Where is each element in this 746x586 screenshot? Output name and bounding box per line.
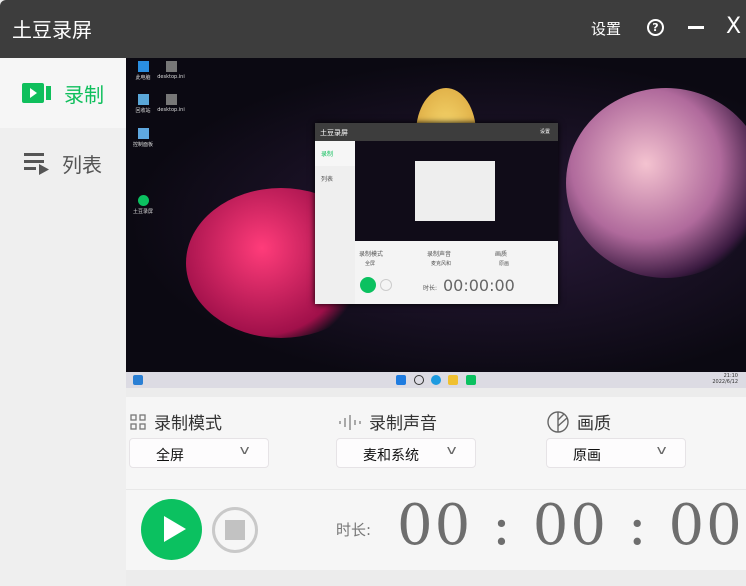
minimize-icon[interactable] bbox=[688, 26, 704, 29]
desktop-icon[interactable]: 此电脑 bbox=[128, 61, 158, 81]
sidebar-item-label: 列表 bbox=[62, 152, 102, 177]
wallpaper-shape bbox=[566, 88, 746, 278]
app-icon[interactable] bbox=[466, 375, 476, 385]
desktop-icon[interactable]: 土豆录屏 bbox=[128, 195, 158, 215]
widgets-icon[interactable] bbox=[133, 375, 143, 385]
start-icon[interactable] bbox=[396, 375, 406, 385]
stop-record-button[interactable] bbox=[212, 507, 258, 553]
app-title: 土豆录屏 bbox=[12, 18, 92, 42]
video-camera-icon bbox=[22, 83, 51, 103]
record-mode-label: 录制模式 bbox=[130, 409, 222, 434]
desktop-icon[interactable]: 回收站 bbox=[128, 94, 158, 114]
settings-button[interactable]: 设置 bbox=[591, 18, 621, 39]
desktop-icon[interactable]: desktop.ini bbox=[156, 94, 186, 113]
grid-icon bbox=[130, 413, 146, 430]
duration-timer: 00 : 00 : 00 bbox=[397, 493, 744, 558]
sidebar-item-label: 录制 bbox=[64, 82, 104, 107]
quality-label: 画质 bbox=[547, 409, 611, 434]
chevron-down-icon: v bbox=[656, 443, 667, 457]
sidebar: 录制 列表 bbox=[0, 58, 126, 586]
start-record-button[interactable] bbox=[141, 499, 202, 560]
close-icon[interactable]: X bbox=[726, 14, 741, 39]
system-tray: 21:10 2022/6/12 bbox=[712, 373, 738, 385]
taskbar: 21:10 2022/6/12 bbox=[126, 372, 746, 388]
sound-wave-icon bbox=[339, 414, 361, 430]
control-panel: 录制模式 全屏 v 录制声音 麦和系统 v 画质 原画 v 时长: 00 : 00 :… bbox=[126, 397, 746, 570]
chevron-down-icon: v bbox=[239, 443, 250, 457]
search-icon[interactable] bbox=[414, 375, 424, 385]
chevron-down-icon: v bbox=[446, 443, 457, 457]
title-bar: 土豆录屏 设置 ? X bbox=[0, 0, 746, 58]
desktop-icon[interactable]: desktop.ini bbox=[156, 61, 186, 80]
quality-select[interactable]: 原画 v bbox=[546, 438, 686, 468]
help-icon[interactable]: ? bbox=[647, 19, 664, 36]
playlist-icon bbox=[24, 153, 49, 175]
sidebar-item-list[interactable]: 列表 bbox=[0, 128, 126, 198]
duration-label: 时长: bbox=[336, 521, 372, 539]
sidebar-item-record[interactable]: 录制 bbox=[0, 58, 126, 128]
record-mode-select[interactable]: 全屏 v bbox=[129, 438, 269, 468]
desktop-icon[interactable]: 控制面板 bbox=[128, 128, 158, 148]
audio-label: 录制声音 bbox=[339, 409, 437, 434]
folder-icon[interactable] bbox=[448, 375, 458, 385]
quality-icon bbox=[547, 410, 569, 433]
edge-icon[interactable] bbox=[431, 375, 441, 385]
audio-select[interactable]: 麦和系统 v bbox=[336, 438, 476, 468]
nested-app-window: 土豆录屏 设置 录制 列表 录制模式 录制声音 画质 全屏 麦克风和 原画 时长:… bbox=[315, 123, 558, 304]
screen-preview: 此电脑 desktop.ini 回收站 desktop.ini 控制面板 土豆录… bbox=[126, 58, 746, 388]
divider bbox=[126, 489, 746, 490]
